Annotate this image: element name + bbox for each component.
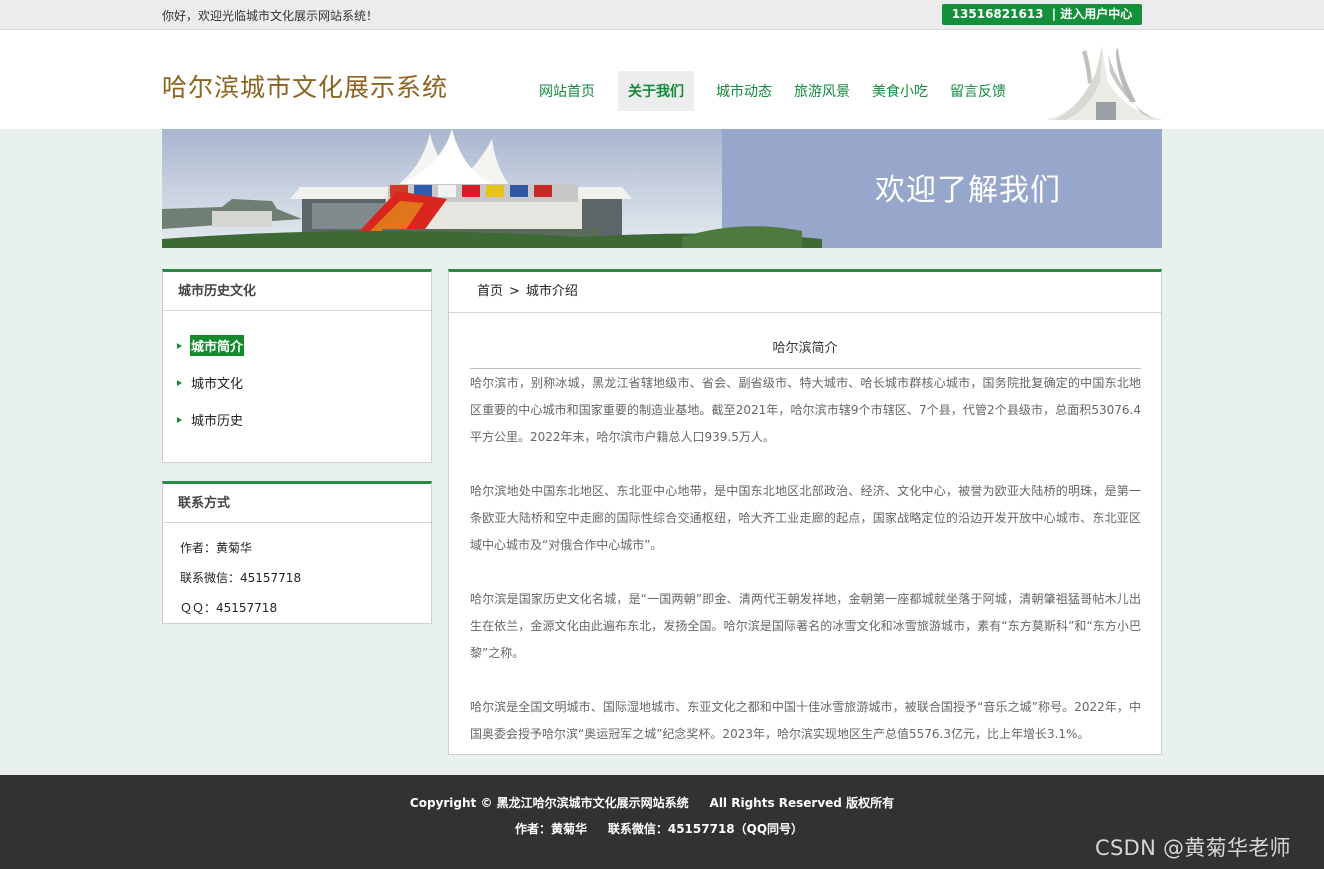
phone-number: 13516821613 (951, 7, 1044, 21)
building-logo-icon (1046, 45, 1164, 120)
nav-item-feedback[interactable]: 留言反馈 (941, 71, 1015, 111)
nav-item-home[interactable]: 网站首页 (530, 71, 604, 111)
sidebar-history-title: 城市历史文化 (163, 272, 431, 311)
site-title[interactable]: 哈尔滨城市文化展示系统 (162, 68, 448, 104)
contact-author: 作者：黄菊华 (180, 541, 253, 555)
breadcrumb: 首页 > 城市介绍 (449, 272, 1161, 313)
sidebar-menu: 城市简介 城市文化 城市历史 (163, 311, 431, 438)
nav-item-about[interactable]: 关于我们 (618, 71, 694, 111)
triangle-right-icon (177, 342, 182, 349)
triangle-right-icon (177, 379, 182, 386)
sidebar-item-label: 城市文化 (191, 377, 244, 392)
sidebar-item-culture[interactable]: 城市文化 (163, 364, 431, 401)
csdn-watermark: CSDN @黄菊华老师 (1095, 836, 1291, 860)
site-header: 哈尔滨城市文化展示系统 网站首页 关于我们 城市动态 旅游风景 美食小吃 留言反… (0, 30, 1324, 129)
sidebar-contact-box: 联系方式 作者：黄菊华 联系微信：45157718 ＱＱ：45157718 (162, 481, 432, 624)
nav-item-food[interactable]: 美食小吃 (863, 71, 937, 111)
triangle-right-icon (177, 416, 182, 423)
nav-item-news[interactable]: 城市动态 (707, 71, 781, 111)
sidebar-contact-title: 联系方式 (163, 484, 431, 523)
article-paragraph: 哈尔滨是国家历史文化名城，是“一国两朝”即金、清两代王朝发祥地，金朝第一座都城就… (470, 592, 1141, 660)
article-title: 哈尔滨简介 (772, 341, 838, 356)
footer-copyright: Copyright © 黑龙江哈尔滨城市文化展示网站系统 All Rights … (409, 796, 895, 810)
user-center-button[interactable]: 13516821613 | 进入用户中心 (942, 4, 1142, 25)
contact-wechat: 联系微信：45157718 (180, 571, 302, 585)
top-bar: 你好，欢迎光临城市文化展示网站系统！ 13516821613 | 进入用户中心 (0, 0, 1324, 30)
breadcrumb-separator: > (509, 284, 520, 299)
sidebar-item-label: 城市简介 (190, 335, 245, 356)
contact-list: 作者：黄菊华 联系微信：45157718 ＱＱ：45157718 (163, 523, 431, 629)
banner: 欢迎了解我们 (162, 129, 1162, 248)
article-paragraph: 哈尔滨地处中国东北地区、东北亚中心地带，是中国东北地区北部政治、经济、文化中心，… (470, 484, 1141, 552)
nav-item-scenery[interactable]: 旅游风景 (785, 71, 859, 111)
contact-qq: ＱＱ：45157718 (180, 601, 278, 615)
breadcrumb-home[interactable]: 首页 (477, 284, 503, 299)
article-paragraph: 哈尔滨是全国文明城市、国际湿地城市、东亚文化之都和中国十佳冰雪旅游城市，被联合国… (470, 700, 1141, 741)
sidebar-item-label: 城市历史 (191, 414, 244, 429)
article-body: 哈尔滨市，别称冰城，黑龙江省辖地级市、省会、副省级市、特大城市、哈长城市群核心城… (470, 368, 1141, 748)
article-paragraph: 哈尔滨市，别称冰城，黑龙江省辖地级市、省会、副省级市、特大城市、哈长城市群核心城… (470, 376, 1141, 444)
breadcrumb-current: 城市介绍 (525, 284, 578, 299)
banner-title: 欢迎了解我们 (875, 173, 1061, 208)
sidebar-item-history[interactable]: 城市历史 (163, 401, 431, 438)
main-nav: 网站首页 关于我们 城市动态 旅游风景 美食小吃 留言反馈 (530, 71, 1019, 111)
welcome-text: 你好，欢迎光临城市文化展示网站系统！ (162, 9, 379, 23)
user-center-label: | 进入用户中心 (1051, 7, 1133, 21)
sidebar-item-intro[interactable]: 城市简介 (163, 327, 431, 364)
main-content: 首页 > 城市介绍 哈尔滨简介 哈尔滨市，别称冰城，黑龙江省辖地级市、省会、副省级市… (448, 269, 1162, 755)
sidebar-history-box: 城市历史文化 城市简介 城市文化 城市历史 (162, 269, 432, 463)
